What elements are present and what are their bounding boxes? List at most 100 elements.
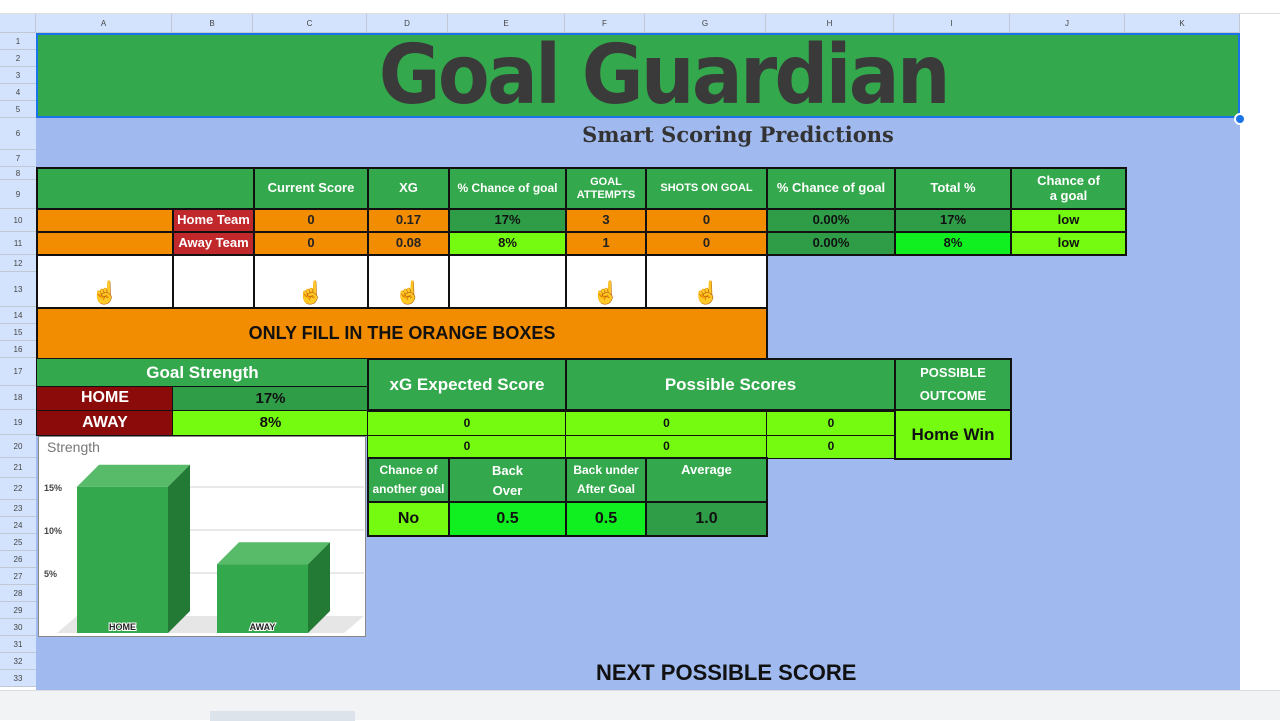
column-header-J[interactable]: J: [1010, 14, 1125, 33]
away-chance-of-goal-2: 0.00%: [766, 231, 896, 256]
home-current-score-input[interactable]: 0: [253, 208, 369, 233]
strength-away-value: 8%: [172, 410, 369, 436]
next-possible-score-label: NEXT POSSIBLE SCORE: [596, 660, 857, 685]
row-header-16[interactable]: 16: [0, 341, 36, 358]
chance-of-another-goal-value: No: [367, 501, 450, 537]
home-xg-input[interactable]: 0.17: [367, 208, 450, 233]
row-header-6[interactable]: 6: [0, 118, 36, 150]
row-header-23[interactable]: 23: [0, 500, 36, 517]
header-chance-of-another-goal: Chance of another goal: [367, 457, 450, 503]
pointer-cell-b: [172, 254, 255, 309]
pointing-up-hand-icon: ☝: [297, 279, 325, 305]
column-header-C[interactable]: C: [253, 14, 367, 33]
row-header-8[interactable]: 8: [0, 167, 36, 180]
bar-home: [77, 486, 168, 633]
away-shots-on-goal-input[interactable]: 0: [645, 231, 768, 256]
home-blank-input[interactable]: [36, 208, 174, 233]
row-header-2[interactable]: 2: [0, 50, 36, 67]
row-header-3[interactable]: 3: [0, 67, 36, 84]
row-header-32[interactable]: 32: [0, 653, 36, 670]
chart-svg: 5% 10% 15% HOME AWAY: [44, 464, 364, 633]
row-header-4[interactable]: 4: [0, 84, 36, 101]
away-goal-attempts-input[interactable]: 1: [565, 231, 647, 256]
row-header-7[interactable]: 7: [0, 150, 36, 167]
row-header-24[interactable]: 24: [0, 517, 36, 534]
row-header-22[interactable]: 22: [0, 478, 36, 500]
possible-outcome-header: POSSIBLE OUTCOME: [894, 358, 1012, 411]
header-chance-of-a-goal: Chance of a goal: [1010, 167, 1127, 210]
row-header-20[interactable]: 20: [0, 435, 36, 458]
header-total-percent: Total %: [894, 167, 1012, 210]
toolbar: [0, 0, 1280, 14]
row-header-15[interactable]: 15: [0, 324, 36, 341]
column-header-K[interactable]: K: [1125, 14, 1240, 33]
possible-outcome-value: Home Win: [894, 409, 1012, 460]
row-header-29[interactable]: 29: [0, 602, 36, 619]
bar-side-home: [168, 464, 190, 633]
column-header-B[interactable]: B: [172, 14, 253, 33]
row-header-18[interactable]: 18: [0, 386, 36, 410]
row-header-27[interactable]: 27: [0, 568, 36, 585]
row-header-33[interactable]: 33: [0, 670, 36, 687]
away-current-score-input[interactable]: 0: [253, 231, 369, 256]
row-header-25[interactable]: 25: [0, 534, 36, 551]
home-chance-of-a-goal: low: [1010, 208, 1127, 233]
row-header-9[interactable]: 9: [0, 180, 36, 209]
row-header-14[interactable]: 14: [0, 307, 36, 324]
pointer-cell-f: ☝: [565, 254, 647, 309]
average-value: 1.0: [645, 501, 768, 537]
pointer-cell-d: ☝: [367, 254, 450, 309]
possible-home-score-2: 0: [766, 411, 896, 436]
row-header-17[interactable]: 17: [0, 358, 36, 386]
header-back-over: Back Over: [448, 457, 567, 503]
pointing-up-hand-icon: ☝: [692, 279, 721, 305]
header-current-score: Current Score: [253, 167, 369, 210]
header-back-under-after-goal: Back under After Goal: [565, 457, 647, 503]
y-tick-label: 10%: [44, 526, 62, 536]
possible-scores-header: Possible Scores: [565, 358, 896, 411]
row-header-28[interactable]: 28: [0, 585, 36, 602]
header-chance-of-goal-2: % Chance of goal: [766, 167, 896, 210]
xg-home-score: 0: [367, 411, 567, 436]
row-header-31[interactable]: 31: [0, 636, 36, 653]
row-header-1[interactable]: 1: [0, 33, 36, 50]
row-header-13[interactable]: 13: [0, 272, 36, 307]
home-goal-attempts-input[interactable]: 3: [565, 208, 647, 233]
row-header-10[interactable]: 10: [0, 209, 36, 232]
pointing-up-hand-icon: ☝: [592, 279, 620, 305]
header-xg: XG: [367, 167, 450, 210]
header-chance-of-goal: % Chance of goal: [448, 167, 567, 210]
column-header-A[interactable]: A: [36, 14, 172, 33]
subtitle-row: Smart Scoring Predictions: [36, 118, 1240, 150]
pointer-cell-e: [448, 254, 567, 309]
pointer-cell-c: ☝: [253, 254, 369, 309]
row-header-26[interactable]: 26: [0, 551, 36, 568]
y-tick-label: 15%: [44, 483, 62, 493]
row-header-5[interactable]: 5: [0, 101, 36, 118]
possible-home-score: 0: [565, 411, 768, 436]
home-team-label: Home Team: [172, 208, 255, 233]
away-xg-input[interactable]: 0.08: [367, 231, 450, 256]
row-header-11[interactable]: 11: [0, 232, 36, 255]
x-tick-label: AWAY: [250, 622, 276, 632]
home-shots-on-goal-input[interactable]: 0: [645, 208, 768, 233]
strength-home-label: HOME: [36, 386, 174, 411]
x-tick-label: HOME: [109, 622, 136, 632]
row-header-30[interactable]: 30: [0, 619, 36, 636]
row-header-12[interactable]: 12: [0, 255, 36, 272]
row-header-19[interactable]: 19: [0, 410, 36, 435]
header-average: Average: [645, 457, 768, 503]
xg-away-score: 0: [367, 435, 567, 459]
app-title: Goal Guardian: [378, 28, 950, 123]
header-goal-attempts: GOAL ATTEMPTS: [565, 167, 647, 210]
pointer-cell-a: ☝: [36, 254, 174, 309]
possible-away-score-2: 0: [766, 435, 896, 459]
title-banner[interactable]: Goal Guardian: [36, 28, 1240, 123]
select-all-corner[interactable]: [0, 14, 36, 33]
pointing-up-hand-icon: ☝: [394, 279, 423, 305]
row-header-21[interactable]: 21: [0, 458, 36, 478]
away-chance-of-goal: 8%: [448, 231, 567, 256]
strength-chart[interactable]: Strength 5% 10% 15% HOME AWAY: [38, 436, 366, 637]
away-blank-input[interactable]: [36, 231, 174, 256]
sheet-tab-bar: [0, 690, 1280, 721]
